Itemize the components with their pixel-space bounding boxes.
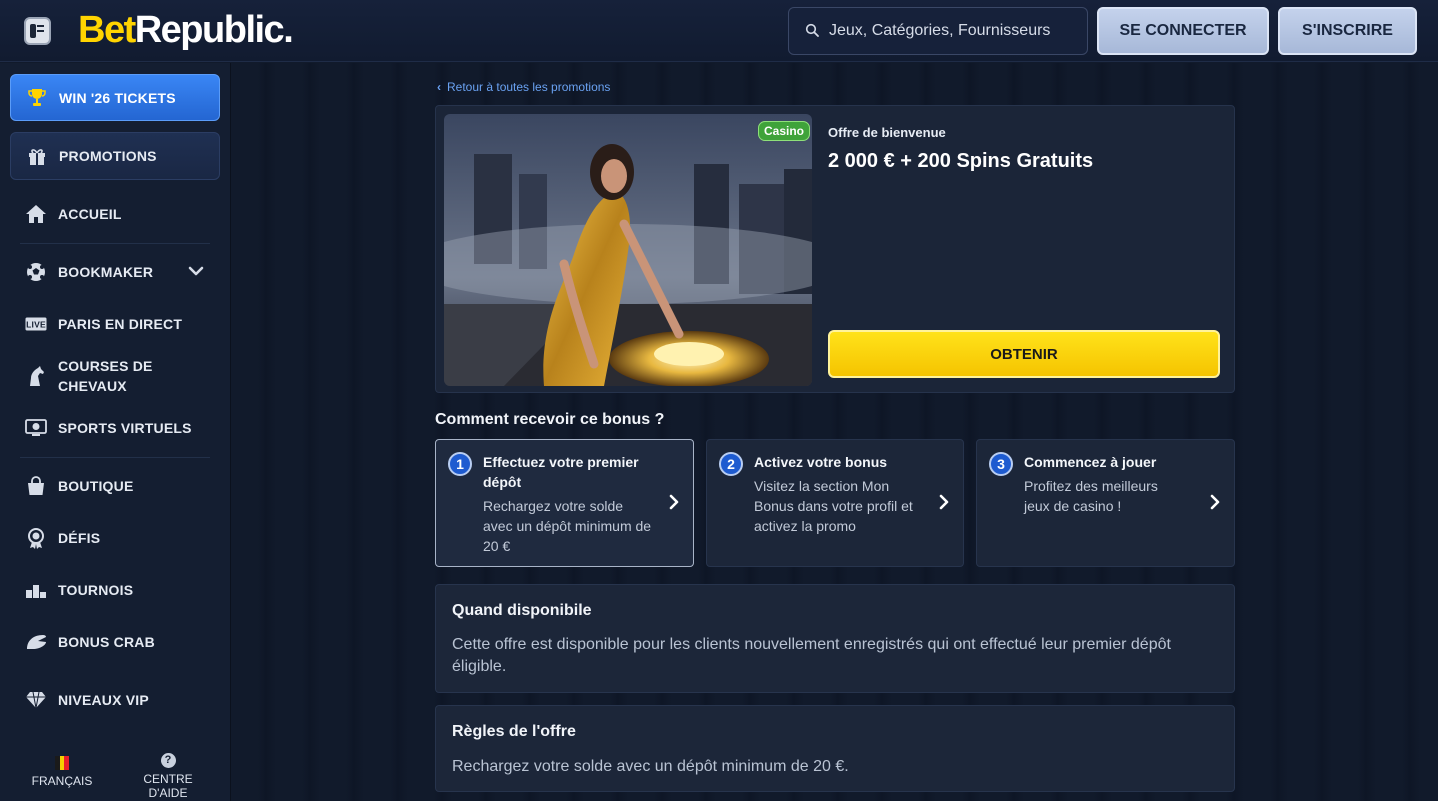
offer-title: 2 000 € + 200 Spins Gratuits bbox=[828, 150, 1094, 172]
sidebar: WIN '26 TICKETS PROMOTIONS ACCUEIL BOOKM… bbox=[0, 63, 231, 801]
diamond-icon bbox=[24, 688, 48, 712]
search-icon bbox=[805, 23, 819, 37]
how-to-section-title: Comment recevoir ce bonus ? bbox=[435, 411, 665, 428]
casino-badge: Casino bbox=[758, 121, 811, 141]
sidebar-item-label: PROMOTIONS bbox=[59, 148, 157, 164]
step-card-1[interactable]: 1 Effectuez votre premier dépôt Recharge… bbox=[435, 439, 694, 567]
sidebar-item-home[interactable]: ACCUEIL bbox=[10, 204, 220, 224]
chevron-down-icon[interactable] bbox=[188, 265, 204, 277]
step-description: Visitez la section Mon Bonus dans votre … bbox=[754, 478, 913, 534]
sidebar-item-label: NIVEAUX VIP bbox=[58, 692, 149, 708]
sidebar-item-win-tickets[interactable]: WIN '26 TICKETS bbox=[10, 74, 220, 121]
availability-title: Quand disponibile bbox=[452, 602, 592, 619]
sidebar-item-label: ACCUEIL bbox=[58, 206, 122, 222]
logo-bet-text: Bet bbox=[78, 9, 136, 51]
offer-card: Casino Offre de bienvenue 2 000 € + 200 … bbox=[435, 105, 1235, 393]
step-number-badge: 2 bbox=[719, 452, 743, 476]
promo-casino-image: Casino bbox=[444, 114, 812, 386]
help-label-line2: D'AIDE bbox=[148, 786, 188, 800]
sidebar-item-tournaments[interactable]: TOURNOIS bbox=[10, 580, 220, 600]
sidebar-item-live-betting[interactable]: LIVE PARIS EN DIRECT bbox=[10, 314, 220, 334]
virtual-sports-icon bbox=[24, 416, 48, 440]
step-title: Activez votre bonus bbox=[754, 454, 888, 470]
sidebar-footer: FRANÇAIS ? CENTRE D'AIDE bbox=[0, 753, 231, 801]
sidebar-item-challenges[interactable]: DÉFIS bbox=[10, 526, 220, 550]
step-title: Effectuez votre premier dépôt bbox=[483, 454, 639, 490]
sidebar-toggle-icon[interactable] bbox=[24, 17, 51, 45]
step-card-3[interactable]: 3 Commencez à jouer Profitez des meilleu… bbox=[976, 439, 1235, 567]
availability-text: Cette offre est disponible pour les clie… bbox=[452, 636, 1171, 675]
svg-text:LIVE: LIVE bbox=[26, 320, 46, 330]
rules-text: Rechargez votre solde avec un dépôt mini… bbox=[452, 758, 849, 775]
rules-section: Règles de l'offre Rechargez votre solde … bbox=[435, 705, 1235, 792]
chevron-right-icon bbox=[669, 494, 679, 510]
sidebar-item-shop[interactable]: BOUTIQUE bbox=[10, 476, 220, 496]
offer-kicker: Offre de bienvenue bbox=[828, 125, 946, 140]
availability-section: Quand disponibile Cette offre est dispon… bbox=[435, 584, 1235, 693]
live-icon: LIVE bbox=[24, 312, 48, 336]
register-button[interactable]: S'INSCRIRE bbox=[1278, 7, 1417, 55]
chevron-left-icon: ‹ bbox=[437, 80, 441, 94]
sidebar-item-label: DÉFIS bbox=[58, 530, 101, 546]
login-button[interactable]: SE CONNECTER bbox=[1097, 7, 1269, 55]
step-description: Rechargez votre solde avec un dépôt mini… bbox=[483, 498, 652, 554]
question-mark-icon: ? bbox=[160, 753, 176, 768]
divider bbox=[20, 243, 210, 244]
belgium-flag-icon bbox=[55, 756, 70, 770]
sidebar-item-label: BOOKMAKER bbox=[58, 264, 154, 280]
gift-icon bbox=[25, 144, 49, 168]
podium-icon bbox=[24, 578, 48, 602]
sidebar-item-label: TOURNOIS bbox=[58, 582, 134, 598]
rules-title: Règles de l'offre bbox=[452, 723, 576, 740]
medal-icon bbox=[24, 526, 48, 550]
sidebar-item-label: BOUTIQUE bbox=[58, 478, 134, 494]
horse-icon bbox=[24, 364, 48, 388]
back-to-promotions-link[interactable]: ‹ Retour à toutes les promotions bbox=[437, 80, 610, 94]
shopping-bag-icon bbox=[24, 474, 48, 498]
home-icon bbox=[24, 202, 48, 226]
crab-claw-icon bbox=[24, 630, 48, 654]
trophy-icon bbox=[25, 86, 49, 110]
step-number-badge: 3 bbox=[989, 452, 1013, 476]
sidebar-item-horse-racing[interactable]: COURSES DE CHEVAUX bbox=[10, 356, 220, 396]
betrepublic-logo[interactable]: BetRepublic. bbox=[78, 8, 294, 52]
sidebar-item-bonus-crab[interactable]: BONUS CRAB bbox=[10, 632, 220, 652]
sidebar-item-vip-levels[interactable]: NIVEAUX VIP bbox=[10, 690, 220, 710]
obtain-button[interactable]: OBTENIR bbox=[828, 330, 1220, 378]
sidebar-item-label: WIN '26 TICKETS bbox=[59, 89, 176, 106]
sidebar-item-label: SPORTS VIRTUELS bbox=[58, 420, 192, 436]
step-title: Commencez à jouer bbox=[1024, 454, 1157, 470]
chevron-right-icon bbox=[939, 494, 949, 510]
sidebar-item-bookmaker[interactable]: BOOKMAKER bbox=[10, 262, 220, 282]
divider bbox=[20, 457, 210, 458]
back-link-label: Retour à toutes les promotions bbox=[447, 80, 611, 94]
chevron-right-icon bbox=[1210, 494, 1220, 510]
sidebar-item-virtual-sports[interactable]: SPORTS VIRTUELS bbox=[10, 418, 220, 438]
step-card-2[interactable]: 2 Activez votre bonus Visitez la section… bbox=[706, 439, 964, 567]
search-box[interactable] bbox=[788, 7, 1088, 55]
sidebar-item-label: PARIS EN DIRECT bbox=[58, 316, 183, 332]
help-center-link[interactable]: ? CENTRE D'AIDE bbox=[128, 753, 208, 800]
language-label: FRANÇAIS bbox=[31, 774, 93, 788]
help-label-line1: CENTRE bbox=[143, 772, 193, 786]
main-content: ‹ Retour à toutes les promotions Casino … bbox=[232, 63, 1438, 801]
top-header: BetRepublic. SE CONNECTER S'INSCRIRE bbox=[0, 0, 1438, 62]
soccer-ball-icon bbox=[24, 260, 48, 284]
logo-republic-text: Republic. bbox=[134, 9, 294, 51]
step-description: Profitez des meilleurs jeux de casino ! bbox=[1024, 478, 1158, 514]
sidebar-item-label: BONUS CRAB bbox=[58, 634, 155, 650]
step-number-badge: 1 bbox=[448, 452, 472, 476]
sidebar-item-label: COURSES DE CHEVAUX bbox=[58, 358, 153, 394]
search-input[interactable] bbox=[829, 8, 1079, 54]
language-selector[interactable]: FRANÇAIS bbox=[22, 753, 102, 788]
sidebar-item-promotions[interactable]: PROMOTIONS bbox=[10, 132, 220, 180]
